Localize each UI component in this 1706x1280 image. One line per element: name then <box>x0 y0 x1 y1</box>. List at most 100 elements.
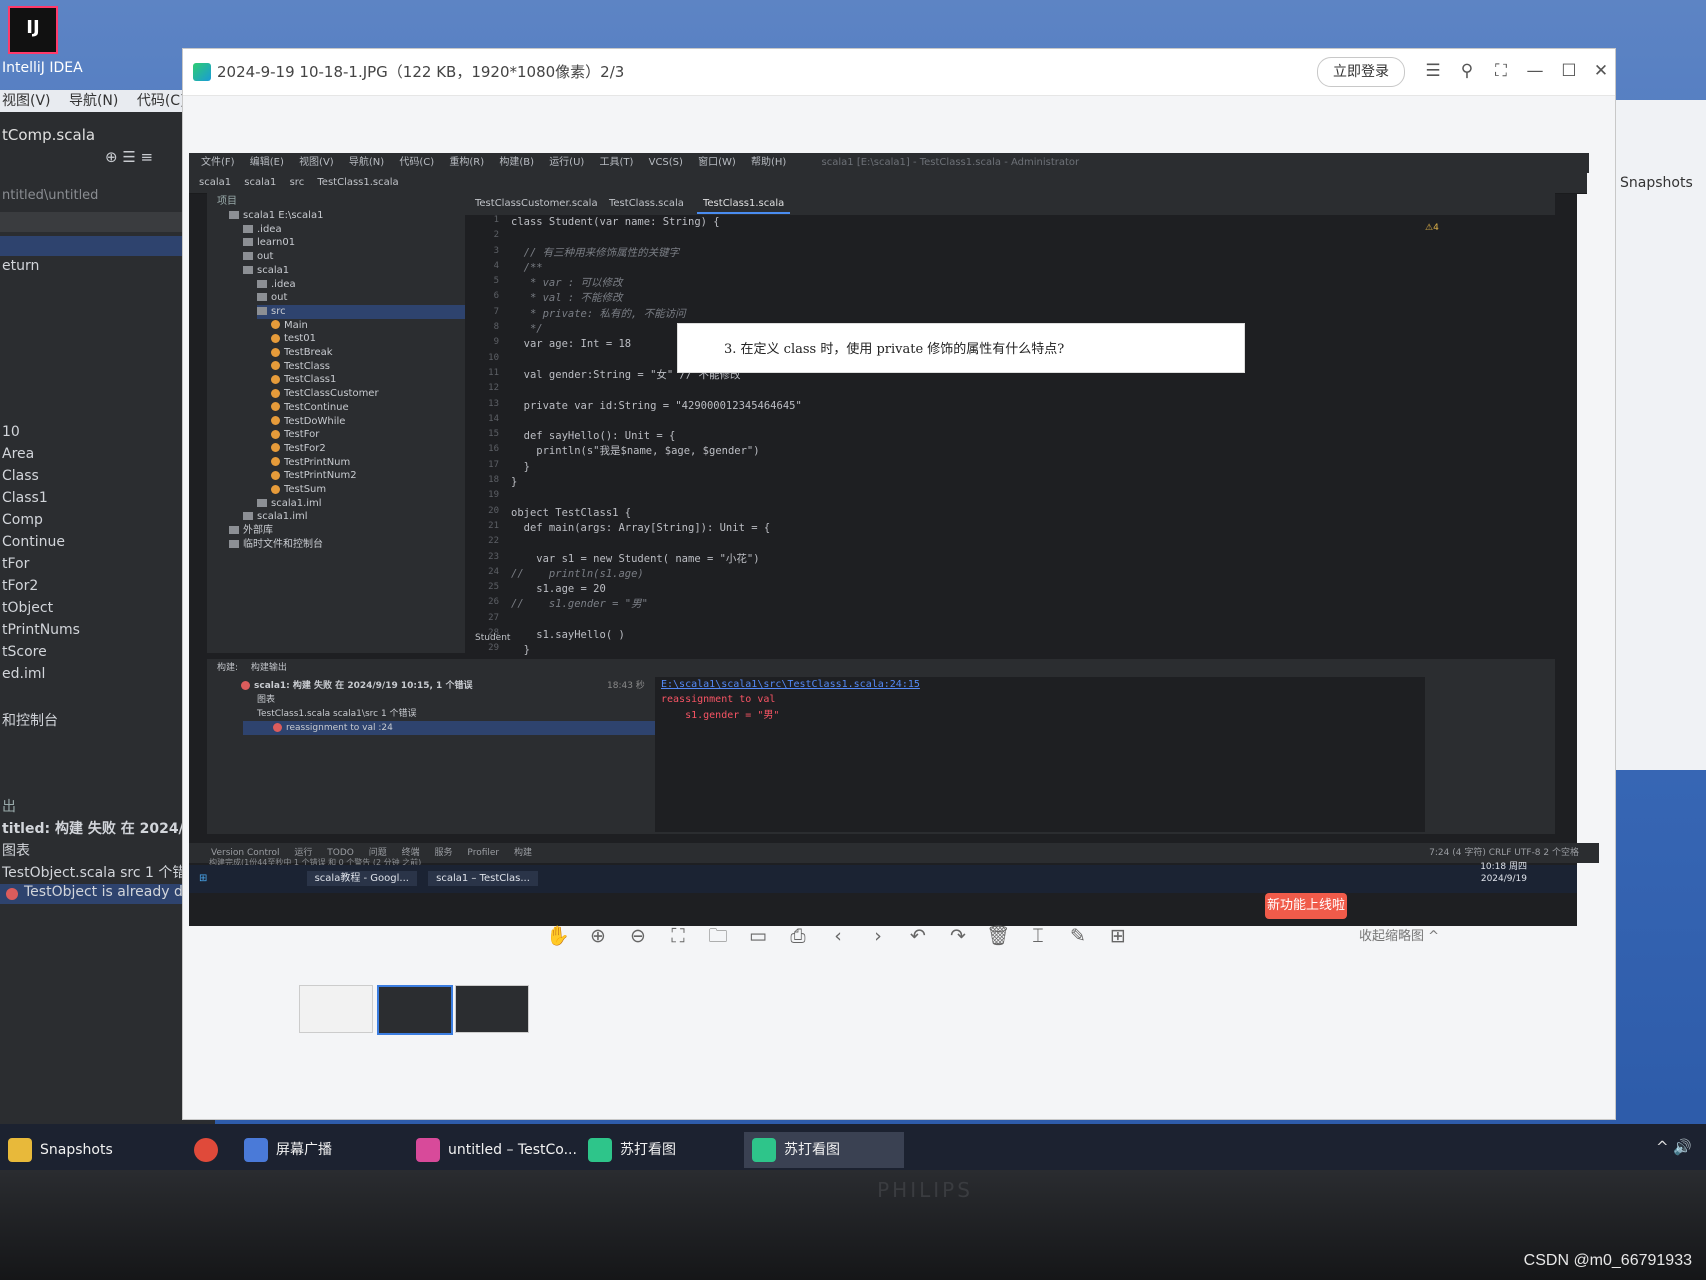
taskbar-snapshots[interactable]: Snapshots <box>0 1132 190 1168</box>
background-ide-file-tab[interactable]: tComp.scala <box>2 126 95 144</box>
menu-item[interactable]: 文件(F) <box>201 157 235 168</box>
tree-item[interactable]: TestClass <box>271 360 330 374</box>
error-link[interactable]: E:\scala1\scala1\src\TestClass1.scala:24… <box>655 677 1425 692</box>
tree-item[interactable]: test01 <box>271 332 316 346</box>
status-tab[interactable]: Profiler <box>467 848 499 858</box>
rotate-right-icon[interactable]: ↷ <box>943 921 973 951</box>
taskbar-item[interactable]: scala1 – TestClas... <box>428 871 538 886</box>
ocr-icon[interactable]: ⌶ <box>1023 921 1053 951</box>
tree-item[interactable]: Main <box>271 319 308 333</box>
taskbar-chrome[interactable] <box>186 1132 222 1168</box>
windows-start-icon[interactable]: ⊞ <box>199 873 207 884</box>
fullscreen-icon[interactable]: ⛶ <box>1489 59 1513 83</box>
hand-icon[interactable]: ✋ <box>543 921 573 951</box>
close-icon[interactable]: ✕ <box>1589 59 1613 83</box>
menu-view[interactable]: 视图(V) <box>2 93 51 109</box>
tree-item[interactable]: scala1.iml <box>243 510 308 524</box>
menu-code[interactable]: 代码(C) <box>137 93 186 109</box>
tree-item[interactable]: .idea <box>257 278 296 292</box>
tree-item[interactable]: out <box>257 291 287 305</box>
login-button[interactable]: 立即登录 <box>1317 57 1405 87</box>
slideshow-icon[interactable]: ▭ <box>743 921 773 951</box>
menu-item[interactable]: 窗口(W) <box>698 157 736 168</box>
folder-icon[interactable]: 🗀 <box>703 921 733 951</box>
tree-item[interactable]: TestDoWhile <box>271 415 345 429</box>
rotate-left-icon[interactable]: ↶ <box>903 921 933 951</box>
edit-icon[interactable]: ✎ <box>1063 921 1093 951</box>
tab-build[interactable]: 构建: <box>217 663 238 673</box>
breadcrumb-item[interactable]: scala1 <box>199 177 231 188</box>
build-error-node[interactable]: reassignment to val :24 <box>243 721 667 735</box>
taskbar-screen-broadcast[interactable]: 屏幕广播 <box>236 1132 396 1168</box>
taskbar-viewer[interactable]: 苏打看图 <box>580 1132 730 1168</box>
pin-icon[interactable]: ⚲ <box>1455 59 1479 83</box>
structure-breadcrumb[interactable]: Student <box>475 633 510 643</box>
code-area[interactable]: class Student(var name: String) { // 有三种… <box>511 215 1551 656</box>
tree-item[interactable]: scala1.iml <box>257 497 322 511</box>
locate-icon[interactable]: ⊕ ☰ ≡ <box>105 148 153 166</box>
menu-item[interactable]: 重构(R) <box>449 157 484 168</box>
tree-item[interactable]: 临时文件和控制台 <box>229 538 323 552</box>
print-icon[interactable]: ⎙ <box>783 921 813 951</box>
tree-item[interactable]: out <box>243 250 273 264</box>
tab-testclasscustomer[interactable]: TestClassCustomer.scala <box>469 196 604 212</box>
tree-item[interactable]: TestContinue <box>271 401 349 415</box>
taskbar-intellij[interactable]: untitled – TestCo... <box>408 1132 598 1168</box>
tree-item[interactable]: .idea <box>243 223 282 237</box>
tree-item[interactable]: TestFor2 <box>271 442 326 456</box>
tree-item[interactable]: TestPrintNum2 <box>271 469 357 483</box>
volume-icon[interactable]: ^ 🔊 <box>1656 1138 1692 1156</box>
menu-item[interactable]: 视图(V) <box>299 157 334 168</box>
tree-item[interactable]: scala1 E:\scala1 <box>229 209 323 223</box>
previous-icon[interactable]: ‹ <box>823 921 853 951</box>
minimize-icon[interactable]: — <box>1523 59 1547 83</box>
menu-item[interactable]: 帮助(H) <box>751 157 786 168</box>
taskbar-item[interactable]: scala教程 - Googl... <box>306 871 417 886</box>
new-feature-badge[interactable]: 新功能上线啦 <box>1265 893 1347 919</box>
collapse-thumbnails-button[interactable]: 收起缩略图 ^ <box>1359 925 1439 944</box>
intellij-icon[interactable]: IJ <box>8 6 58 54</box>
menu-item[interactable]: 工具(T) <box>600 157 634 168</box>
tree-item[interactable]: TestBreak <box>271 346 333 360</box>
tree-item[interactable]: TestPrintNum <box>271 456 350 470</box>
tree-item[interactable]: TestSum <box>271 483 326 497</box>
build-file[interactable]: TestObject.scala src 1 个错误 <box>0 862 197 901</box>
zoom-out-icon[interactable]: ⊖ <box>623 921 653 951</box>
menu-item[interactable]: 运行(U) <box>549 157 584 168</box>
thumbnail[interactable] <box>299 985 373 1033</box>
build-diagram[interactable]: 图表 <box>257 693 275 707</box>
build-root[interactable]: scala1: 构建 失败 在 2024/9/19 10:15, 1 个错误 <box>241 679 472 693</box>
menu-icon[interactable]: ☰ <box>1421 59 1445 83</box>
tree-item[interactable]: learn01 <box>243 236 295 250</box>
grid-icon[interactable]: ⊞ <box>1103 921 1133 951</box>
tree-item[interactable]: TestClass1 <box>271 373 336 387</box>
breadcrumb-item[interactable]: TestClass1.scala <box>317 177 398 188</box>
status-tab[interactable]: 构建 <box>514 848 532 858</box>
menu-item[interactable]: 构建(B) <box>499 157 534 168</box>
tab-build-output[interactable]: 构建输出 <box>251 663 287 673</box>
menu-navigate[interactable]: 导航(N) <box>69 93 118 109</box>
breadcrumb-item[interactable]: src <box>290 177 305 188</box>
menu-item[interactable]: 导航(N) <box>349 157 384 168</box>
breadcrumb-item[interactable]: scala1 <box>244 177 276 188</box>
menu-item[interactable]: 代码(C) <box>399 157 434 168</box>
thumbnail[interactable] <box>455 985 529 1033</box>
fit-icon[interactable]: ⛶ <box>663 921 693 951</box>
status-tab[interactable]: 服务 <box>435 848 453 858</box>
tree-item[interactable]: src <box>257 304 477 319</box>
next-icon[interactable]: › <box>863 921 893 951</box>
zoom-in-icon[interactable]: ⊕ <box>583 921 613 951</box>
tree-item[interactable]: TestClassCustomer <box>271 387 379 401</box>
maximize-icon[interactable]: ☐ <box>1557 59 1581 83</box>
thumbnail-active[interactable] <box>377 985 453 1035</box>
delete-icon[interactable]: 🗑 <box>983 921 1013 951</box>
build-file-node[interactable]: TestClass1.scala scala1\src 1 个错误 <box>257 707 417 721</box>
tree-item[interactable]: scala1 <box>243 264 289 278</box>
menu-item[interactable]: VCS(S) <box>649 157 683 168</box>
taskbar-viewer-active[interactable]: 苏打看图 <box>744 1132 904 1168</box>
tree-item[interactable]: TestFor <box>271 428 319 442</box>
project-panel-title[interactable]: 项目 <box>217 195 237 209</box>
tree-item[interactable]: 外部库 <box>229 524 273 538</box>
menu-item[interactable]: 编辑(E) <box>250 157 284 168</box>
tab-testclass1[interactable]: TestClass1.scala <box>697 196 791 214</box>
